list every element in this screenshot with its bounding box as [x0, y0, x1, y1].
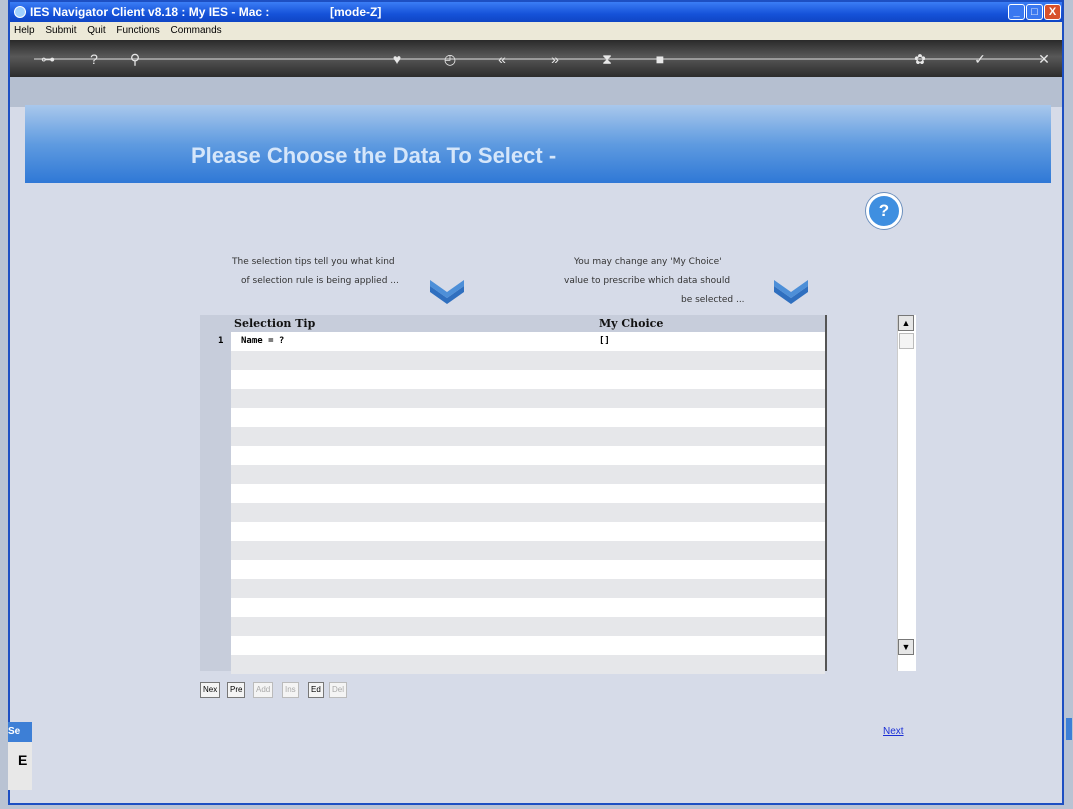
help-icon[interactable]: ? [84, 49, 104, 69]
window-title: IES Navigator Client v8.18 : My IES - Ma… [30, 5, 270, 19]
edit-button[interactable]: Ed [308, 682, 324, 698]
hourglass-icon[interactable]: ⧗ [597, 49, 617, 69]
page-banner: Please Choose the Data To Select - [25, 105, 1051, 183]
menu-commands[interactable]: Commands [171, 25, 222, 36]
minimize-button[interactable]: _ [1008, 4, 1025, 20]
history-icon[interactable]: ◴ [440, 49, 460, 69]
cell-my-choice[interactable]: [] [599, 332, 610, 351]
table-row[interactable] [231, 484, 825, 503]
menu-functions[interactable]: Functions [116, 25, 159, 36]
cell-selection-tip[interactable]: Name = ? [241, 332, 284, 351]
scroll-up-button[interactable]: ▲ [898, 315, 914, 331]
menu-help[interactable]: Help [14, 25, 35, 36]
menu-submit[interactable]: Submit [45, 25, 76, 36]
add-button[interactable]: Add [253, 682, 274, 698]
table-row[interactable] [231, 389, 825, 408]
next-link[interactable]: Next [883, 726, 904, 737]
menu-bar: Help Submit Quit Functions Commands [10, 22, 1062, 40]
key-icon[interactable]: ⊶ [38, 49, 58, 69]
table-row[interactable] [231, 408, 825, 427]
settings-icon[interactable]: ✿ [910, 49, 930, 69]
search-icon[interactable]: ⚲ [125, 49, 145, 69]
table-row[interactable] [231, 655, 825, 674]
app-icon [14, 6, 26, 18]
table-row[interactable] [231, 541, 825, 560]
row-number: 1 [218, 336, 224, 346]
close-icon[interactable]: ✕ [1034, 49, 1054, 69]
side-tab[interactable]: Se [8, 722, 32, 742]
down-arrow-icon [430, 280, 464, 304]
side-panel: E [8, 742, 32, 790]
table-row[interactable]: 1 Name = ? [] [218, 332, 825, 351]
mode-indicator: [mode-Z] [330, 5, 382, 19]
page-title: Please Choose the Data To Select - [191, 143, 557, 168]
table-row[interactable] [231, 522, 825, 541]
table-row[interactable] [231, 351, 825, 370]
rewind-icon[interactable]: « [492, 49, 512, 69]
column-header-selection-tip[interactable]: Selection Tip [234, 315, 315, 332]
menu-quit[interactable]: Quit [87, 25, 105, 36]
table-row[interactable] [231, 598, 825, 617]
table-row[interactable] [231, 617, 825, 636]
grid-rows: 1 Name = ? [] [218, 332, 825, 674]
tip-right-line2: value to prescribe which data should [564, 276, 731, 286]
heart-icon[interactable]: ♥ [387, 49, 407, 69]
table-row[interactable] [231, 636, 825, 655]
forward-icon[interactable]: » [545, 49, 565, 69]
check-icon[interactable]: ✓ [970, 49, 990, 69]
tip-right-line1: You may change any 'My Choice' [574, 257, 722, 267]
down-arrow-icon [774, 280, 808, 304]
help-button[interactable]: ? [866, 193, 902, 229]
selection-grid: Selection Tip My Choice 1 Name = ? [] [200, 315, 827, 674]
previous-record-button[interactable]: Pre [227, 682, 246, 698]
vertical-scrollbar[interactable]: ▲ ▼ [897, 315, 916, 671]
maximize-button[interactable]: □ [1026, 4, 1043, 20]
table-row[interactable] [231, 427, 825, 446]
table-row[interactable] [231, 465, 825, 484]
grid-header: Selection Tip My Choice [231, 315, 825, 332]
title-bar: IES Navigator Client v8.18 : My IES - Ma… [10, 2, 1062, 22]
tip-right-line3: be selected ... [681, 295, 745, 305]
stop-icon[interactable]: ■ [650, 49, 670, 69]
scroll-thumb[interactable] [899, 333, 914, 349]
row-gutter [200, 315, 231, 671]
tip-left-line2: of selection rule is being applied ... [241, 276, 399, 286]
tip-left-line1: The selection tips tell you what kind [232, 257, 395, 267]
table-row[interactable] [231, 370, 825, 389]
close-button[interactable]: X [1044, 4, 1061, 20]
table-row[interactable] [231, 503, 825, 522]
insert-button[interactable]: Ins [282, 682, 299, 698]
toolbar: ⊶ ? ⚲ ♥ ◴ « » ⧗ ■ ✿ ✓ ✕ [10, 40, 1062, 77]
table-row[interactable] [231, 560, 825, 579]
table-row[interactable] [231, 579, 825, 598]
next-record-button[interactable]: Nex [200, 682, 221, 698]
toolbar-spacer [10, 77, 1062, 107]
delete-button[interactable]: Del [329, 682, 348, 698]
column-header-my-choice[interactable]: My Choice [599, 315, 663, 332]
table-row[interactable] [231, 446, 825, 465]
toolbar-rail [34, 58, 1042, 60]
scroll-down-button[interactable]: ▼ [898, 639, 914, 655]
right-edge-marker [1066, 718, 1072, 740]
